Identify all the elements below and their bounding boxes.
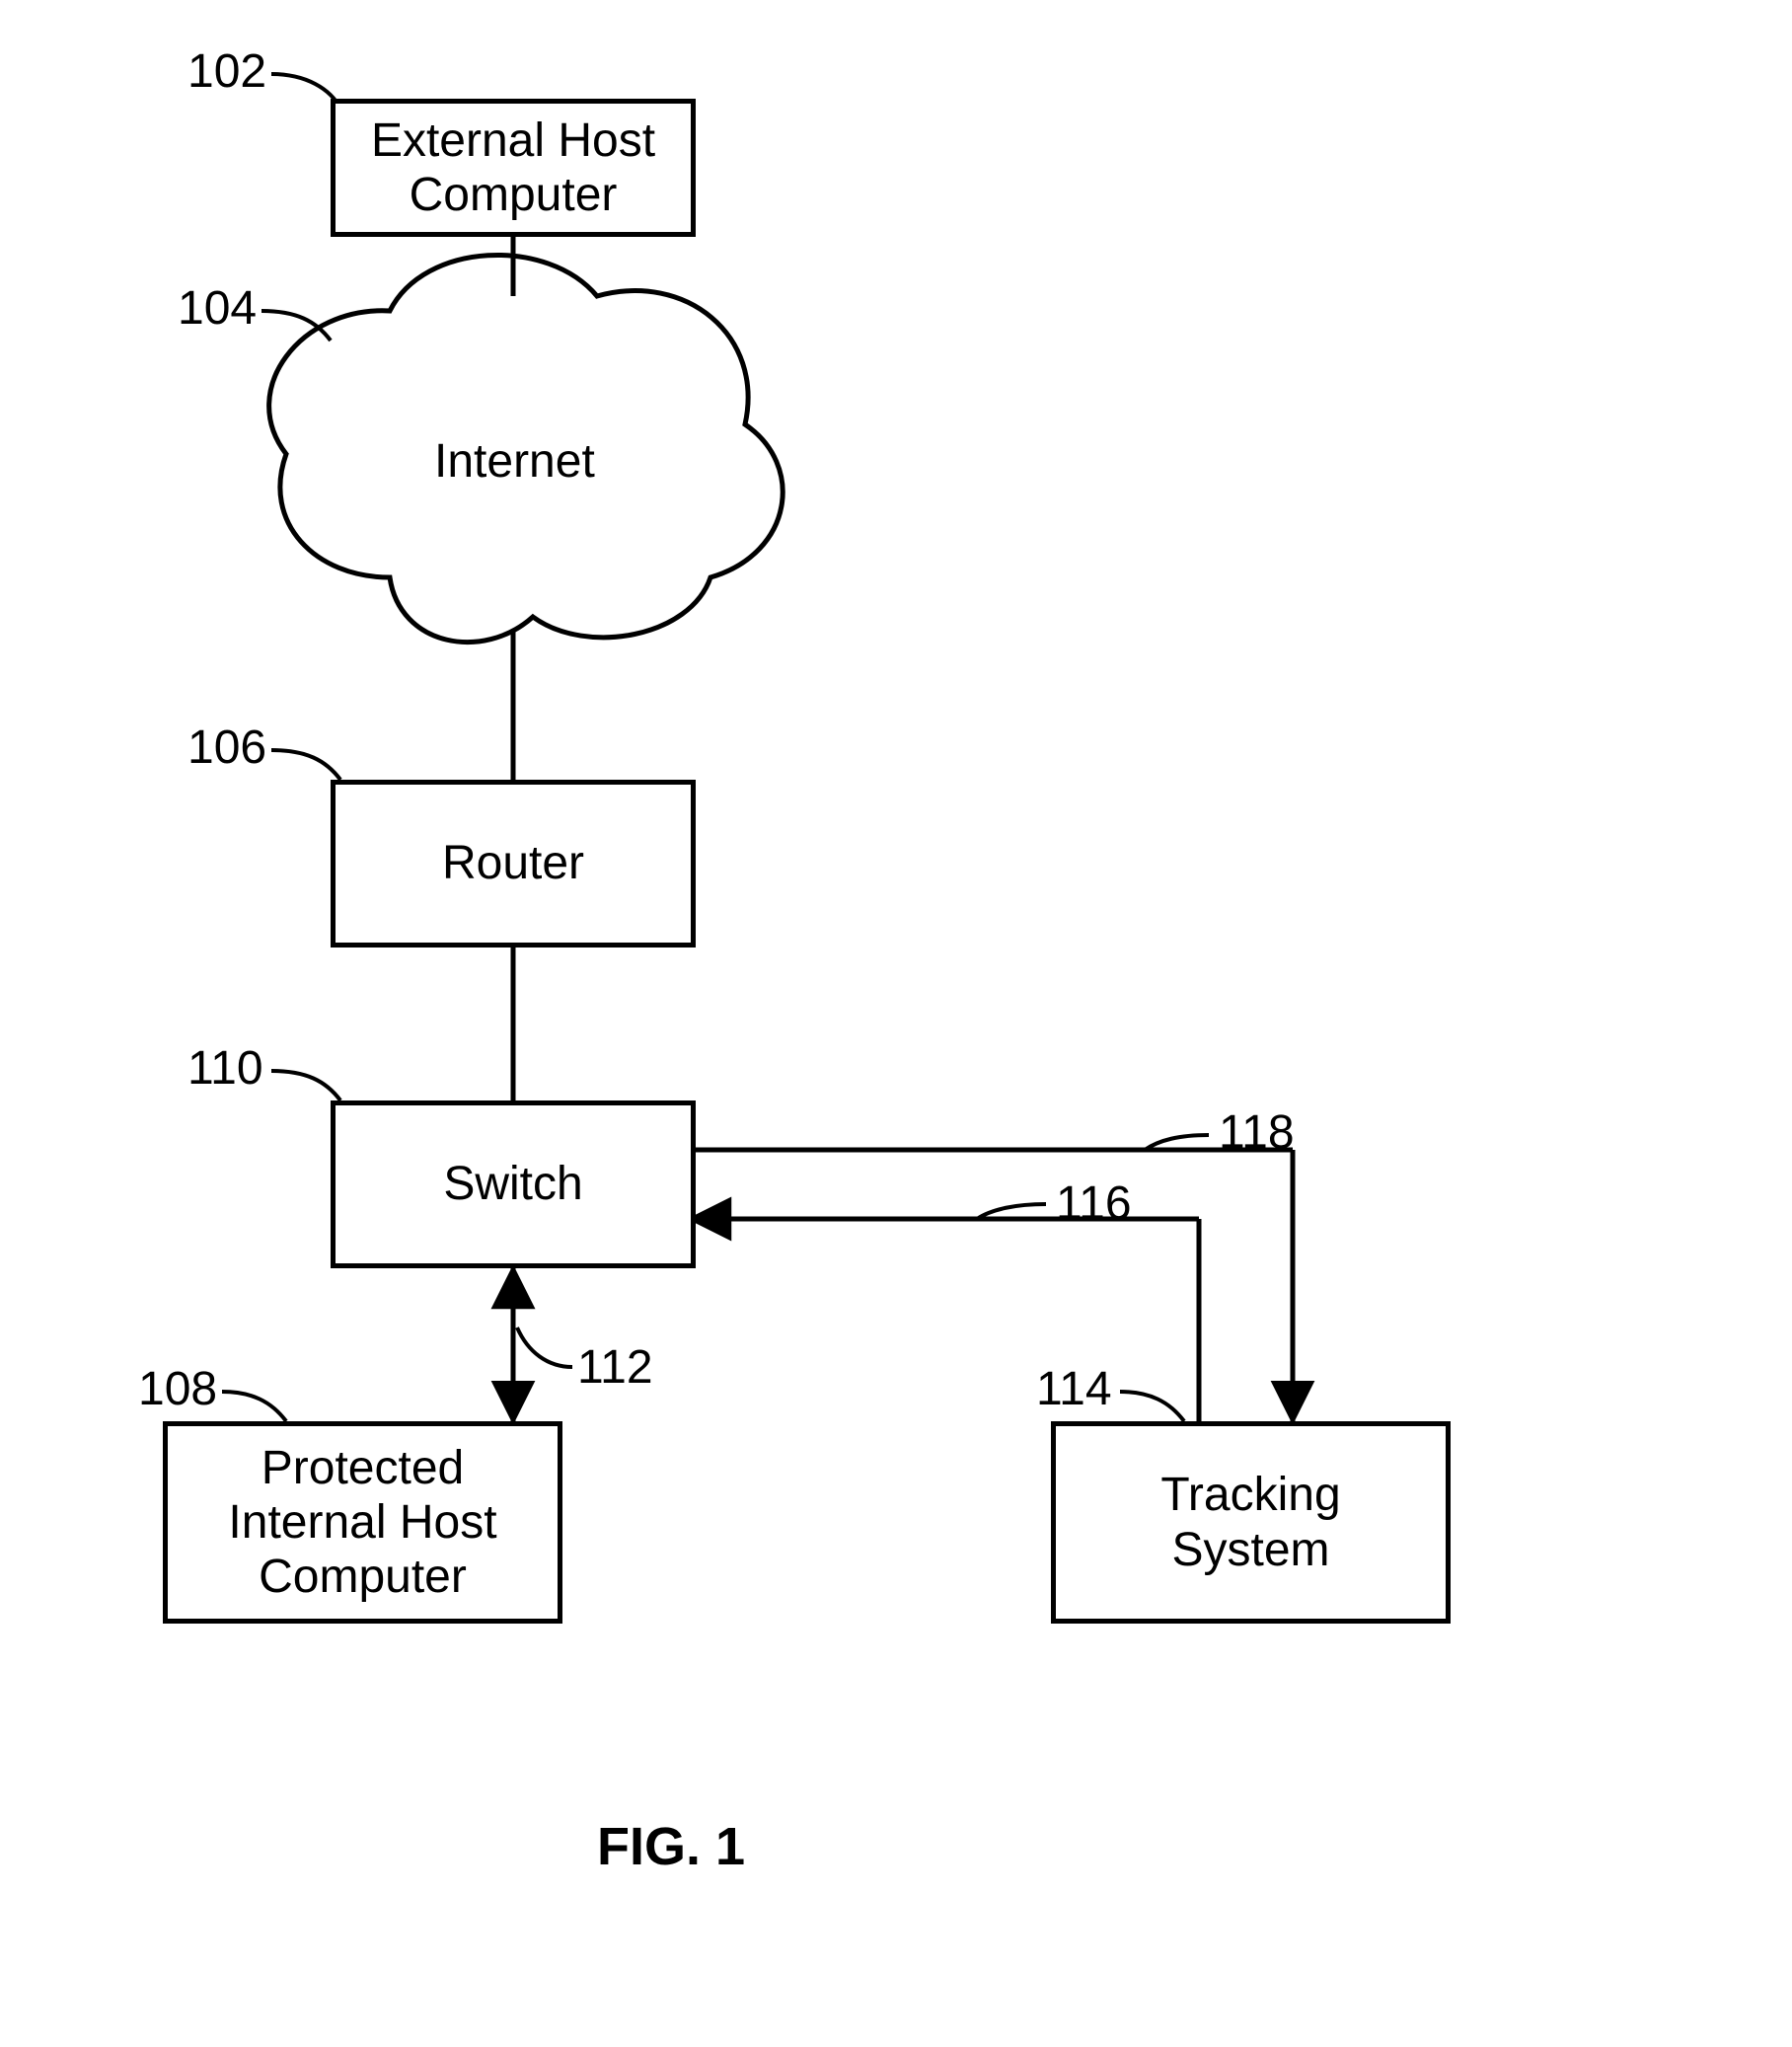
ref-104: 104 — [178, 281, 257, 336]
ref-116: 116 — [1056, 1176, 1132, 1231]
external-host-box: External HostComputer — [331, 99, 696, 237]
router-label: Router — [442, 836, 584, 890]
tracking-system-box: TrackingSystem — [1051, 1421, 1451, 1624]
protected-host-box: ProtectedInternal HostComputer — [163, 1421, 562, 1624]
ref-118: 118 — [1219, 1105, 1295, 1160]
ref-108: 108 — [138, 1362, 217, 1416]
switch-box: Switch — [331, 1100, 696, 1268]
protected-host-label: ProtectedInternal HostComputer — [228, 1441, 496, 1605]
external-host-label: External HostComputer — [371, 114, 655, 222]
router-box: Router — [331, 780, 696, 948]
internet-label: Internet — [434, 434, 595, 489]
connectors-layer — [0, 0, 1792, 2047]
tracking-system-label: TrackingSystem — [1160, 1468, 1340, 1576]
ref-110: 110 — [187, 1041, 263, 1096]
ref-112: 112 — [577, 1340, 653, 1395]
ref-106: 106 — [187, 720, 266, 775]
ref-114: 114 — [1036, 1362, 1112, 1416]
switch-label: Switch — [443, 1157, 582, 1211]
figure-caption: FIG. 1 — [597, 1816, 745, 1877]
diagram-canvas: External HostComputer 102 Internet 104 R… — [0, 0, 1792, 2047]
ref-102: 102 — [187, 44, 266, 99]
